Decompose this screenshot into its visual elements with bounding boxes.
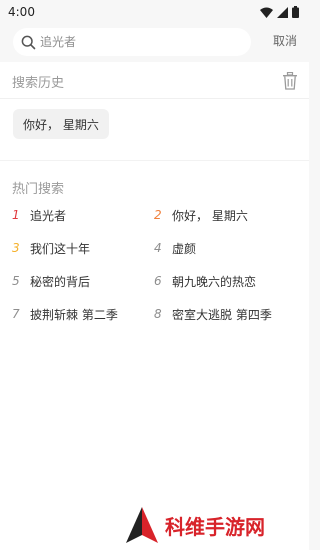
watermark-text: 科维手游网	[165, 514, 265, 539]
status-icons	[260, 6, 299, 18]
hot-search-section: 热门搜索 1 追光者 2 你好， 星期六 3 我们这十年 4 虚颜 5 秘密的背…	[0, 160, 309, 550]
hot-search-label: 披荆斩棘 第二季	[30, 307, 118, 322]
watermark-logo-icon	[126, 507, 158, 543]
divider	[0, 98, 309, 99]
search-history-header: 搜索历史	[12, 70, 298, 92]
search-box[interactable]	[13, 28, 251, 56]
trash-icon[interactable]	[282, 72, 298, 90]
hot-search-item[interactable]: 7 披荆斩棘 第二季	[12, 304, 154, 324]
hot-search-label: 虚颜	[172, 241, 197, 256]
search-icon	[21, 35, 36, 49]
status-bar: 4:00	[0, 0, 309, 24]
hot-search-label: 朝九晚六的热恋	[172, 274, 257, 289]
hot-search-item[interactable]: 5 秘密的背后	[12, 271, 154, 291]
search-history-section: 搜索历史 你好， 星期六	[0, 62, 309, 160]
history-chip[interactable]: 你好， 星期六	[13, 109, 109, 139]
hot-search-item[interactable]: 4 虚颜	[154, 238, 296, 258]
hot-search-item[interactable]: 6 朝九晚六的热恋	[154, 271, 296, 291]
rank-number: 5	[12, 274, 20, 288]
hot-search-list: 1 追光者 2 你好， 星期六 3 我们这十年 4 虚颜 5 秘密的背后 6 朝…	[12, 205, 302, 324]
hot-search-item[interactable]: 3 我们这十年	[12, 238, 154, 258]
rank-number: 6	[154, 274, 162, 288]
hot-search-label: 我们这十年	[30, 241, 91, 256]
hot-search-label: 你好， 星期六	[172, 208, 248, 223]
rank-number: 3	[12, 241, 20, 255]
search-input[interactable]	[40, 35, 230, 49]
hot-search-item[interactable]: 2 你好， 星期六	[154, 205, 296, 225]
watermark: 科维手游网	[125, 503, 309, 547]
hot-search-item[interactable]: 1 追光者	[12, 205, 154, 225]
wifi-icon	[260, 7, 273, 18]
rank-number: 7	[12, 307, 20, 321]
cancel-button[interactable]: 取消	[273, 32, 297, 49]
search-bar: 取消	[0, 28, 309, 58]
rank-number: 8	[154, 307, 162, 321]
rank-number: 2	[154, 208, 162, 222]
rank-number: 4	[154, 241, 162, 255]
battery-icon	[292, 6, 299, 18]
search-history-title: 搜索历史	[12, 75, 65, 91]
hot-search-label: 秘密的背后	[30, 274, 91, 289]
status-time: 4:00	[8, 5, 35, 19]
hot-search-label: 追光者	[30, 208, 67, 223]
hot-search-label: 密室大逃脱 第四季	[172, 307, 272, 322]
hot-search-title: 热门搜索	[12, 182, 65, 197]
hot-search-item[interactable]: 8 密室大逃脱 第四季	[154, 304, 296, 324]
rank-number: 1	[12, 208, 20, 222]
signal-icon	[277, 6, 288, 18]
